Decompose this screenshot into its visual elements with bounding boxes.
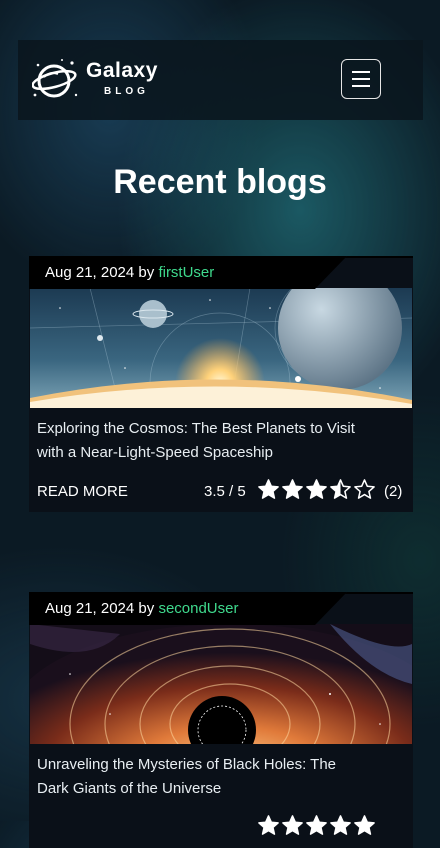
planets-sunrise-image[interactable]: [30, 288, 412, 408]
logo-subtitle: BLOG: [104, 86, 149, 97]
star-empty-icon: [354, 479, 375, 499]
star-full-icon: [282, 815, 303, 835]
read-more-link[interactable]: READ MORE: [37, 483, 128, 500]
star-full-icon: [306, 479, 327, 499]
post-date: Aug 21, 2024: [45, 600, 135, 617]
star-full-icon: [330, 815, 351, 835]
star-full-icon: [306, 815, 327, 835]
star-full-icon: [258, 815, 279, 835]
post-meta: Aug 21, 2024 by secondUser: [45, 600, 238, 617]
star-half-icon: [330, 479, 351, 499]
post-by: by: [138, 264, 155, 281]
hamburger-line: [352, 78, 370, 80]
star-full-icon: [354, 815, 375, 835]
post-by: by: [138, 600, 155, 617]
card-footer: [29, 814, 413, 842]
galaxy-blog-logo[interactable]: Galaxy BLOG: [32, 55, 182, 105]
blog-card: Aug 21, 2024 by firstUser Exploring the …: [29, 256, 413, 512]
logo-title: Galaxy: [86, 59, 158, 82]
author-link[interactable]: firstUser: [158, 264, 214, 281]
post-meta: Aug 21, 2024 by firstUser: [45, 264, 214, 281]
post-title[interactable]: Exploring the Cosmos: The Best Planets t…: [37, 417, 367, 465]
star-rating: [257, 478, 377, 501]
rating-count: (2): [384, 483, 403, 500]
rating-text: 3.5 / 5: [204, 483, 246, 500]
navbar: Galaxy BLOG: [18, 40, 423, 120]
author-link[interactable]: secondUser: [158, 600, 238, 617]
card-header: Aug 21, 2024 by secondUser: [29, 592, 413, 625]
post-date: Aug 21, 2024: [45, 264, 135, 281]
planet-logo-icon: [32, 59, 78, 98]
card-footer: READ MORE 3.5 / 5 (2): [29, 478, 413, 506]
post-title[interactable]: Unraveling the Mysteries of Black Holes:…: [37, 753, 367, 801]
card-header: Aug 21, 2024 by firstUser: [29, 256, 413, 289]
hamburger-line: [352, 85, 370, 87]
page-title: Recent blogs: [113, 163, 327, 201]
star-full-icon: [282, 479, 303, 499]
menu-toggle-button[interactable]: [341, 59, 381, 99]
star-rating: [257, 814, 377, 837]
hamburger-menu-icon: [352, 71, 370, 73]
black-hole-image[interactable]: [30, 624, 412, 744]
star-full-icon: [258, 479, 279, 499]
blog-card: Aug 21, 2024 by secondUser Unraveling th…: [29, 592, 413, 848]
